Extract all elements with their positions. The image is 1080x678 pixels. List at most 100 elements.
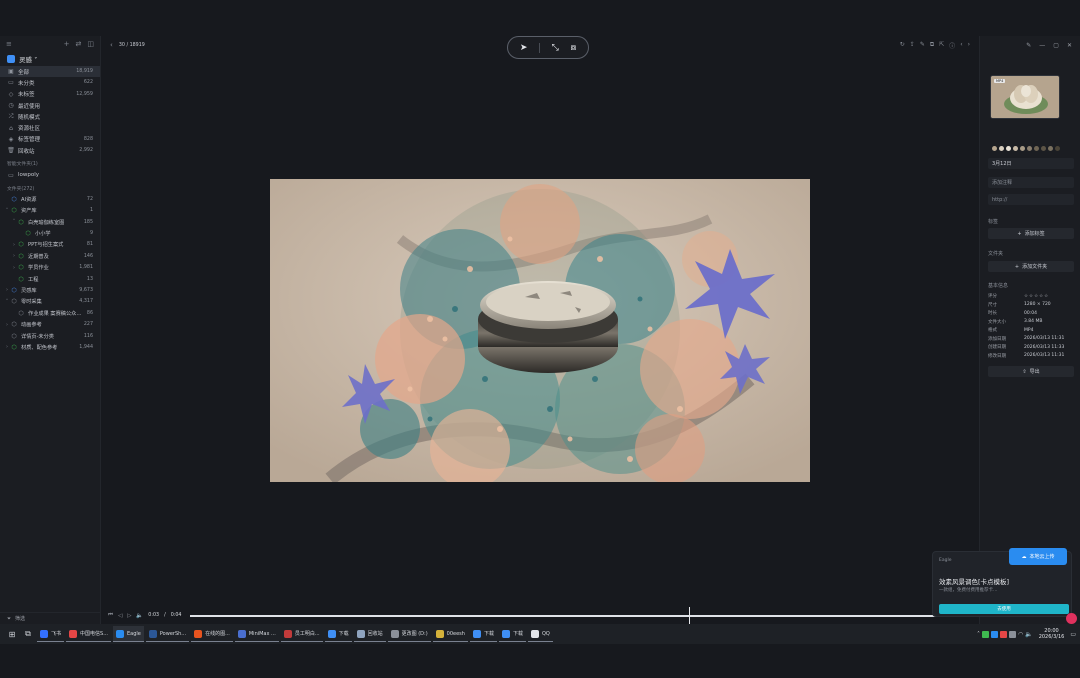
property-value[interactable]: ☆☆☆☆☆ (1024, 294, 1049, 299)
color-swatch[interactable] (1013, 146, 1018, 151)
taskbar-app[interactable]: 员工明白... (280, 626, 323, 642)
folder-item[interactable]: ⬡ 详情页-未分类 116 (0, 330, 100, 341)
maximize-icon[interactable]: ▢ (1053, 42, 1059, 49)
folder-item[interactable]: › ⬡ 学员作业 1,981 (0, 262, 100, 273)
cursor-tool-icon[interactable]: ➤ (520, 43, 528, 53)
play-icon[interactable]: ▷ (127, 613, 131, 619)
export-button[interactable]: ⇧ 导出 (988, 366, 1074, 377)
notification-center-icon[interactable]: ▭ (1070, 631, 1076, 638)
prev-frame-icon[interactable]: ⏮ (108, 612, 113, 619)
taskbar-app[interactable]: Eagle (112, 626, 144, 642)
inspector-thumbnail[interactable]: MP4 (990, 75, 1060, 119)
folder-item[interactable]: ⬡ 作业成果 案赛稿公众… 86 (0, 308, 100, 319)
folder-item[interactable]: ˅ ⬡ 零时采集 4,317 (0, 296, 100, 307)
notification-toast[interactable]: Eagle ☁ 本地云上传 效素风景调色[卡点模板] 一款组，免费付费用推荐卡…… (932, 548, 1072, 617)
cloud-tray-icon[interactable] (990, 630, 998, 638)
color-swatch[interactable] (1027, 146, 1032, 151)
sync-icon[interactable]: ⇄ (76, 40, 82, 48)
start-icon[interactable]: ⊞ (5, 627, 19, 641)
share-icon[interactable]: ⇪ (910, 41, 915, 50)
color-swatch[interactable] (1034, 146, 1039, 151)
network-icon[interactable]: ◠ (1018, 631, 1023, 638)
sidebar-item[interactable]: ◷ 最近使用 (0, 100, 100, 111)
sidebar-item[interactable]: ◈ 标签管理 828 (0, 134, 100, 145)
floating-assistant-icon[interactable] (1066, 613, 1077, 624)
preview-image[interactable] (270, 179, 810, 482)
taskbar-app[interactable]: 下载 (498, 626, 526, 642)
wechat-icon[interactable] (981, 630, 989, 638)
folder-item[interactable]: › ⬡ 材质、配色参考 1,944 (0, 342, 100, 353)
taskbar-app[interactable]: 飞书 (37, 626, 65, 642)
rewind-icon[interactable]: ◁ (118, 613, 122, 619)
folder-item[interactable]: ⬡ 小小学 9 (0, 228, 100, 239)
taskbar-app[interactable]: PowerSh... (145, 626, 190, 642)
taskbar-app[interactable]: 00eesh (432, 626, 468, 642)
seek-cursor[interactable] (688, 606, 690, 625)
tray-app-icon[interactable] (1008, 630, 1016, 638)
antivirus-icon[interactable] (999, 630, 1007, 638)
taskbar-app[interactable]: 中国电信S... (66, 626, 111, 642)
taskbar-app[interactable]: 在线的图... (191, 626, 233, 642)
add-folder-button[interactable]: + 添加文件夹 (988, 261, 1074, 272)
prev-icon[interactable]: ‹ (960, 41, 962, 50)
taskbar-app[interactable]: 下载 (324, 626, 352, 642)
sidebar-item[interactable]: ▭ 未分类 622 (0, 77, 100, 88)
clock[interactable]: 20:00 2026/3/16 (1039, 628, 1065, 640)
sidebar-item[interactable]: ⤮ 随机模式 (0, 111, 100, 122)
fit-screen-icon[interactable]: ⤡ (552, 43, 559, 53)
cloud-upload-badge[interactable]: ☁ 本地云上传 (1009, 548, 1067, 565)
sidebar-item[interactable]: ⌂ 资源社区 (0, 122, 100, 133)
edit-icon[interactable]: ✎ (920, 41, 925, 50)
folder-item[interactable]: ˅ ⬡ 资产库 1 (0, 205, 100, 216)
smart-folder-item[interactable]: ▭ lowpoly (0, 169, 100, 180)
sidebar-item[interactable]: ◇ 未标签 12,959 (0, 89, 100, 100)
folder-item[interactable]: ⬡ AI资源 72 (0, 194, 100, 205)
pin-icon[interactable]: ✎ (1026, 42, 1031, 49)
url-field[interactable]: http:// (988, 194, 1074, 205)
library-switcher[interactable]: 灵感 ˅ (0, 52, 100, 66)
note-field[interactable]: 添加注释 (988, 177, 1074, 188)
sound-icon[interactable]: 🔈 (1025, 631, 1032, 638)
close-icon[interactable]: ✕ (1067, 42, 1072, 49)
next-icon[interactable]: › (968, 41, 970, 50)
copy-icon[interactable]: ⧉ (930, 41, 934, 50)
folder-item[interactable]: › ⬡ 灵感库 9,673 (0, 285, 100, 296)
color-swatch[interactable] (1048, 146, 1053, 151)
folder-item[interactable]: › ⬡ PPT与招生案式 81 (0, 239, 100, 250)
rotate-icon[interactable]: ↻ (900, 41, 905, 50)
capture-frame-icon[interactable]: ⧇ (570, 43, 576, 53)
add-tag-button[interactable]: + 添加标签 (988, 228, 1074, 239)
color-swatch[interactable] (1020, 146, 1025, 151)
folder-item[interactable]: › ⬡ 动画参考 227 (0, 319, 100, 330)
tray-overflow-icon[interactable]: ˄ (977, 631, 980, 638)
color-swatch[interactable] (999, 146, 1004, 151)
taskbar-app[interactable]: QQ (528, 626, 553, 642)
color-swatch[interactable] (1041, 146, 1046, 151)
info-icon[interactable]: ⓘ (949, 41, 955, 50)
layout-icon[interactable]: ◫ (87, 40, 94, 48)
taskbar-app[interactable]: 下载 (469, 626, 497, 642)
taskbar-app[interactable]: 更改图 (D:) (387, 626, 431, 642)
color-swatch[interactable] (992, 146, 997, 151)
property-key: 文件大小 (988, 319, 1006, 325)
sidebar-item[interactable]: 🗑 回收站 2,992 (0, 145, 100, 156)
folder-item[interactable]: › ⬡ 近期普及 146 (0, 251, 100, 262)
color-swatch[interactable] (1055, 146, 1060, 151)
seek-track[interactable] (190, 606, 958, 625)
back-arrow-icon[interactable]: ‹ (110, 41, 113, 49)
task-view-icon[interactable]: ⧉ (21, 627, 35, 641)
folder-item[interactable]: ⬡ 工程 13 (0, 273, 100, 284)
taskbar-app[interactable]: MiniMax ... (234, 626, 279, 642)
color-swatch[interactable] (1006, 146, 1011, 151)
notification-use-button[interactable]: 去使用 (939, 604, 1069, 614)
filter-bar[interactable]: ⏷ 筛选 (0, 612, 100, 624)
open-external-icon[interactable]: ⇱ (939, 41, 944, 50)
title-field[interactable]: 3月12日 (988, 158, 1074, 169)
taskbar-app[interactable]: 回收站 (353, 626, 386, 642)
volume-icon[interactable]: 🔈 (136, 613, 143, 619)
menu-icon[interactable]: ≡ (6, 40, 12, 48)
folder-item[interactable]: ˅ ⬡ 白壳瑜伽练室图 185 (0, 216, 100, 227)
minimize-icon[interactable]: — (1039, 42, 1045, 49)
add-icon[interactable]: + (64, 40, 70, 48)
sidebar-item[interactable]: ▣ 全部 18,919 (0, 66, 100, 78)
